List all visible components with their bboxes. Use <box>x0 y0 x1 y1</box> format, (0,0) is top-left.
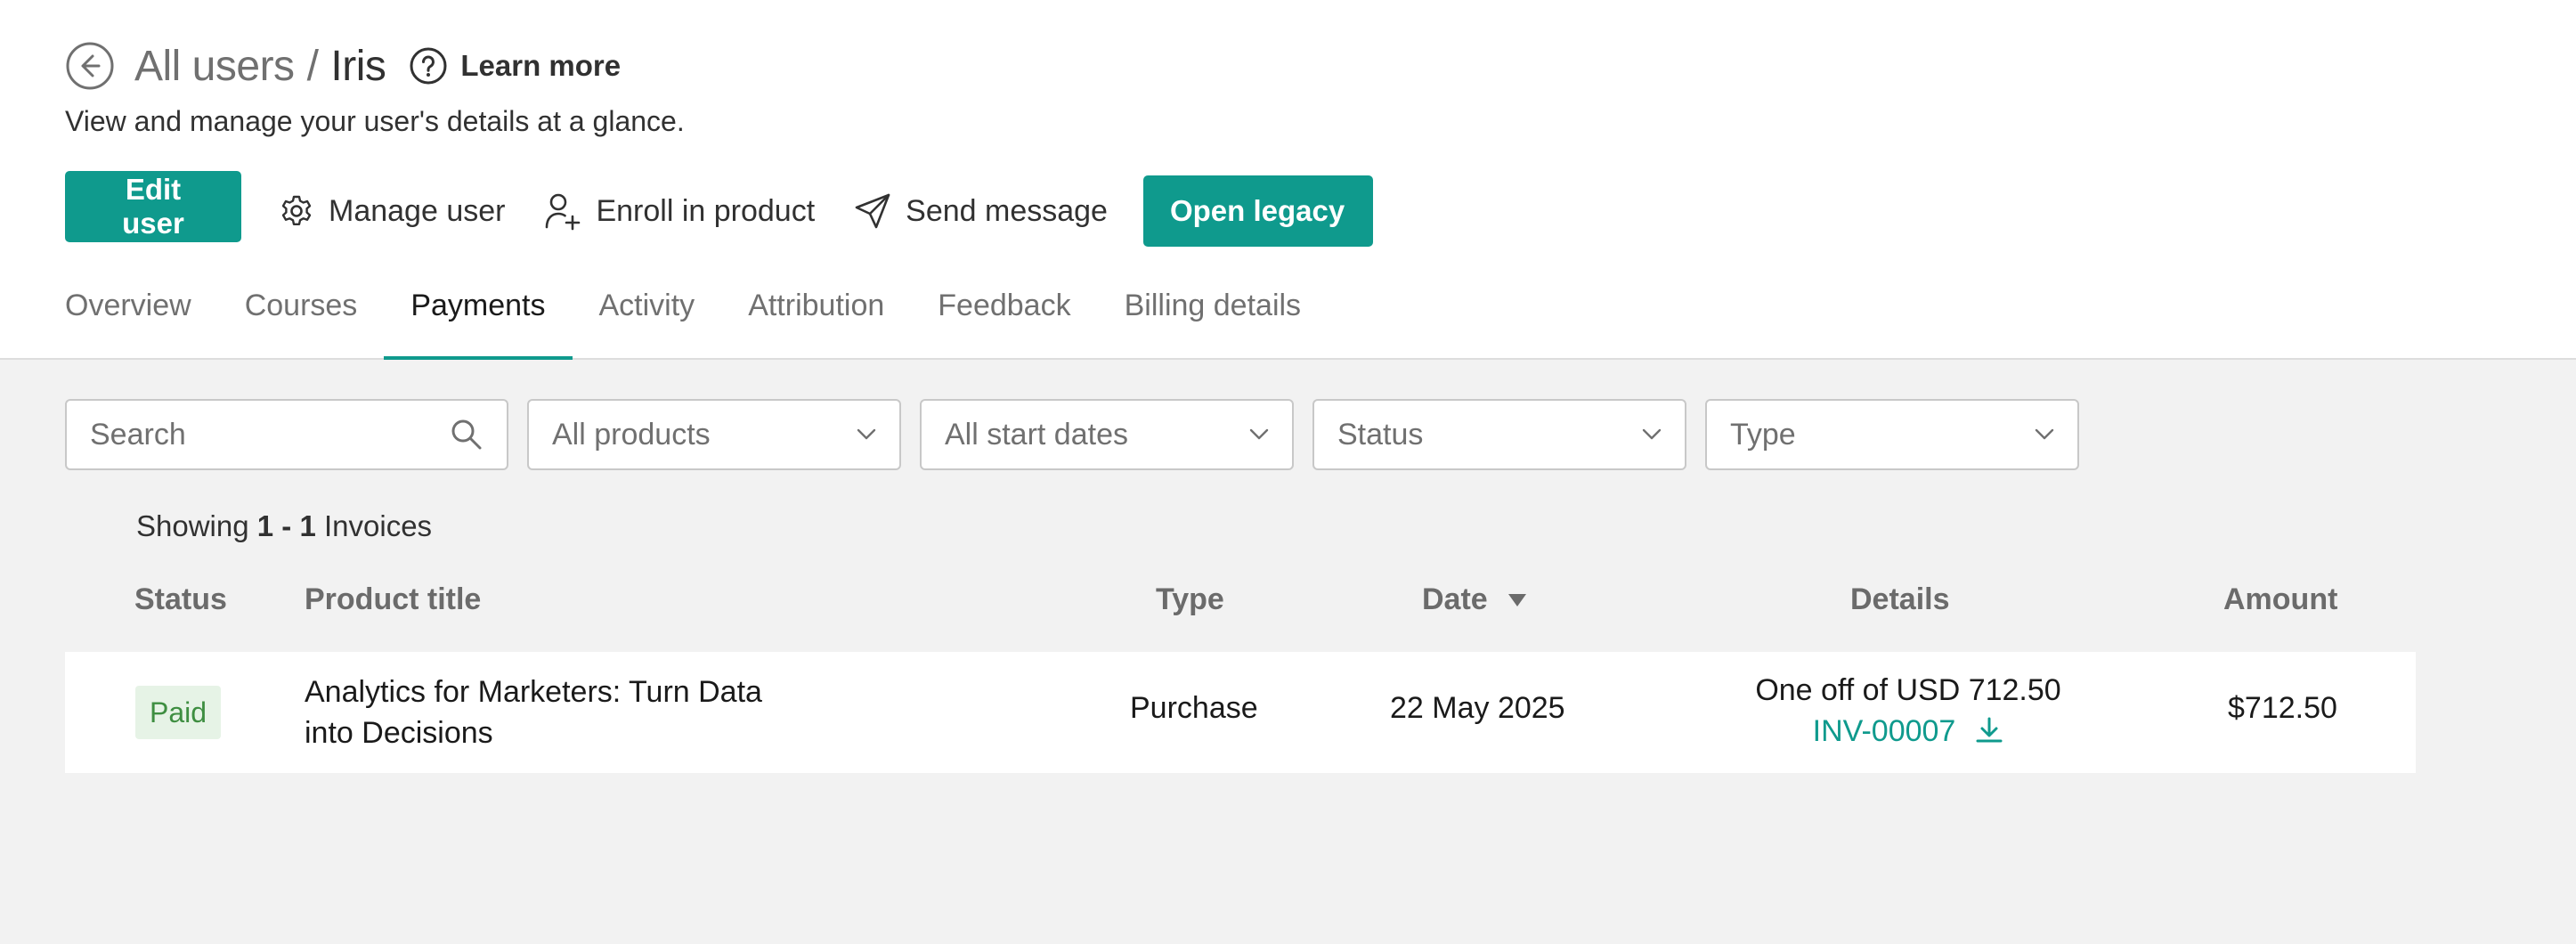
column-header-date[interactable]: Date <box>1422 582 1527 617</box>
breadcrumb-current: Iris <box>330 42 386 90</box>
column-header-details: Details <box>1850 582 1950 616</box>
edit-user-button[interactable]: Edit user <box>65 171 241 242</box>
filter-bar: Search All products All start dates Stat… <box>65 399 2098 470</box>
send-message-button[interactable]: Send message <box>854 192 1108 230</box>
table-header: Status Product title Type Date Details A… <box>65 570 2416 631</box>
type-select-value: Type <box>1730 417 1796 452</box>
results-prefix: Showing <box>136 509 249 542</box>
chevron-down-icon <box>2035 428 2054 440</box>
invoice-number: INV-00007 <box>1812 714 1956 748</box>
tab-attribution[interactable]: Attribution <box>748 283 884 360</box>
question-circle-icon <box>410 47 447 85</box>
tab-billing-details[interactable]: Billing details <box>1125 283 1301 360</box>
payments-panel: Search All products All start dates Stat… <box>0 360 2576 944</box>
details-cell: One off of USD 712.50 INV-00007 <box>1650 670 2166 752</box>
learn-more-link[interactable]: Learn more <box>409 46 621 85</box>
manage-user-button[interactable]: Manage user <box>279 193 505 229</box>
download-icon <box>1976 717 2003 743</box>
results-suffix: Invoices <box>323 509 433 542</box>
status-select[interactable]: Status <box>1312 399 1686 470</box>
page-header: All users / Iris Learn more View and man… <box>0 0 2576 362</box>
manage-user-label: Manage user <box>329 193 506 228</box>
chevron-down-icon <box>857 428 876 440</box>
search-placeholder: Search <box>90 417 186 452</box>
chevron-down-icon <box>1249 428 1269 440</box>
type-select[interactable]: Type <box>1705 399 2079 470</box>
action-bar: Edit user Manage user Enroll in product … <box>65 171 1373 248</box>
gear-icon <box>281 195 312 225</box>
product-title-line: Analytics for Marketers: Turn Data <box>305 675 762 709</box>
product-title-line: into Decisions <box>305 716 493 750</box>
search-icon <box>451 419 482 450</box>
products-select-value: All products <box>552 417 711 452</box>
start-dates-select-value: All start dates <box>945 417 1128 452</box>
invoices-table: Status Product title Type Date Details A… <box>65 570 2416 773</box>
invoice-download-link[interactable]: INV-00007 <box>1813 711 2004 752</box>
tab-courses[interactable]: Courses <box>245 283 358 360</box>
column-header-type: Type <box>1156 582 1224 616</box>
column-header-status: Status <box>134 582 227 616</box>
amount-cell: $712.50 <box>2228 691 2337 725</box>
column-header-product-title: Product title <box>305 582 482 616</box>
paper-plane-icon <box>855 193 890 229</box>
status-badge: Paid <box>135 686 222 739</box>
search-input[interactable]: Search <box>65 399 508 470</box>
start-dates-select[interactable]: All start dates <box>920 399 1294 470</box>
open-legacy-button[interactable]: Open legacy <box>1142 175 1373 247</box>
tab-overview[interactable]: Overview <box>65 283 191 360</box>
breadcrumb-separator: / <box>306 42 319 90</box>
tab-payments[interactable]: Payments <box>384 283 573 362</box>
details-text: One off of USD 712.50 <box>1755 673 2061 707</box>
enroll-in-product-button[interactable]: Enroll in product <box>544 191 815 231</box>
send-message-label: Send message <box>906 193 1108 228</box>
type-cell: Purchase <box>1130 691 1258 725</box>
page-subtitle: View and manage your user's details at a… <box>65 105 685 137</box>
product-title-cell: Analytics for Marketers: Turn Data into … <box>305 671 803 753</box>
open-legacy-wrapper: Open legacy <box>1142 175 1373 247</box>
chevron-down-icon <box>1642 428 1662 440</box>
breadcrumb-parent-link[interactable]: All users <box>134 42 295 91</box>
enroll-in-product-label: Enroll in product <box>596 193 816 228</box>
tab-feedback[interactable]: Feedback <box>938 283 1070 360</box>
results-range: 1 - 1 <box>256 509 316 542</box>
results-count: Showing 1 - 1 Invoices <box>136 509 432 543</box>
table-row[interactable]: Paid Analytics for Marketers: Turn Data … <box>65 652 2416 773</box>
date-cell: 22 May 2025 <box>1390 691 1565 725</box>
learn-more-label: Learn more <box>460 49 622 82</box>
arrow-left-circle-icon <box>66 42 114 90</box>
column-header-date-label: Date <box>1422 582 1488 616</box>
products-select[interactable]: All products <box>527 399 901 470</box>
title-row: All users / Iris Learn more <box>65 39 621 93</box>
sort-desc-icon <box>1507 593 1526 606</box>
tab-bar: Overview Courses Payments Activity Attri… <box>65 283 1354 362</box>
tab-activity[interactable]: Activity <box>599 283 695 360</box>
user-plus-icon <box>546 193 581 231</box>
back-button[interactable] <box>65 41 115 91</box>
breadcrumb: All users / Iris <box>134 42 386 91</box>
status-select-value: Status <box>1337 417 1424 452</box>
column-header-amount: Amount <box>2223 582 2338 616</box>
